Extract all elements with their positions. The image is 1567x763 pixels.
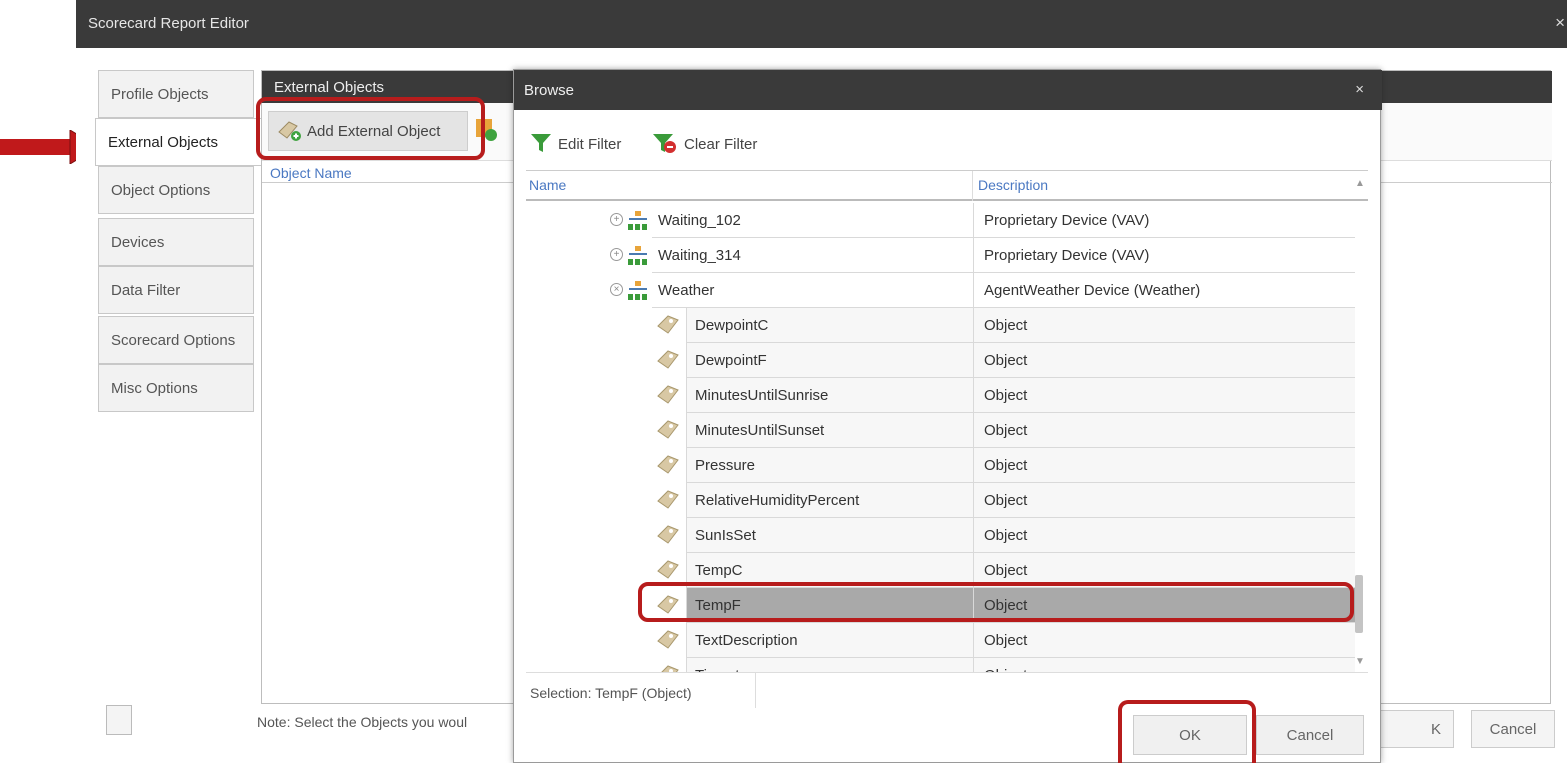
tag-icon: [657, 420, 679, 439]
row-description: Object: [984, 527, 1028, 544]
tab-devices[interactable]: Devices: [98, 218, 254, 266]
row-description: Object: [984, 457, 1028, 474]
scrollbar-thumb[interactable]: [1355, 575, 1363, 633]
editor-cancel-button[interactable]: Cancel: [1471, 710, 1555, 748]
tree-row[interactable]: Pressure Object: [526, 448, 1356, 483]
cancel-button[interactable]: Cancel: [1256, 715, 1364, 755]
tree-row[interactable]: + Waiting_102 Proprietary Device (VAV): [526, 203, 1356, 238]
scroll-up-icon[interactable]: ▲: [1355, 178, 1365, 189]
expand-icon[interactable]: +: [610, 248, 623, 261]
editor-title: Scorecard Report Editor: [88, 15, 249, 32]
editor-ok-button[interactable]: K: [1370, 710, 1454, 748]
tag-icon: [657, 490, 679, 509]
row-description: Object: [984, 492, 1028, 509]
tab-misc-options[interactable]: Misc Options: [98, 364, 254, 412]
browse-titlebar: Browse ×: [514, 70, 1382, 110]
description-column-header[interactable]: Description: [978, 177, 1048, 193]
row-name: DewpointF: [695, 352, 767, 369]
collapse-icon[interactable]: ×: [610, 283, 623, 296]
tree-row[interactable]: SunIsSet Object: [526, 518, 1356, 553]
row-description: Object: [984, 422, 1028, 439]
row-name: Waiting_314: [658, 247, 741, 264]
device-tree-icon: [628, 211, 647, 230]
selection-text: Selection: TempF (Object): [530, 685, 692, 701]
browse-grid: Name Description + Waiting_102 Proprieta…: [526, 170, 1368, 743]
panel-title: External Objects: [274, 79, 385, 96]
editor-close-icon[interactable]: ×: [1555, 13, 1565, 33]
row-name: RelativeHumidityPercent: [695, 492, 860, 509]
row-name: DewpointC: [695, 317, 769, 334]
add-external-object-button[interactable]: Add External Object: [268, 111, 468, 151]
tree-row[interactable]: DewpointF Object: [526, 343, 1356, 378]
row-description: Object: [984, 352, 1028, 369]
browse-close-icon[interactable]: ×: [1355, 81, 1364, 98]
row-description: Object: [984, 387, 1028, 404]
tag-icon: [657, 350, 679, 369]
tab-external-objects[interactable]: External Objects: [95, 118, 263, 166]
tree-row[interactable]: MinutesUntilSunrise Object: [526, 378, 1356, 413]
clear-filter-label: Clear Filter: [684, 136, 758, 153]
edit-filter-label: Edit Filter: [558, 136, 622, 153]
row-description: Object: [984, 597, 1028, 614]
row-name: Waiting_102: [658, 212, 741, 229]
tag-icon: [657, 595, 679, 614]
clear-filter-icon: [653, 134, 676, 153]
row-name: MinutesUntilSunset: [695, 422, 825, 439]
tag-icon: [657, 630, 679, 649]
tree-row[interactable]: MinutesUntilSunset Object: [526, 413, 1356, 448]
tag-icon: [657, 315, 679, 334]
clear-filter-button[interactable]: Clear Filter: [652, 132, 757, 154]
column-divider: [972, 171, 973, 201]
row-name: SunIsSet: [695, 527, 756, 544]
tab-object-options[interactable]: Object Options: [98, 166, 254, 214]
row-name: TempF: [695, 597, 741, 614]
tag-icon: [657, 525, 679, 544]
scroll-down-icon[interactable]: ▼: [1355, 656, 1365, 667]
add-object-icon: [278, 121, 301, 141]
row-name: MinutesUntilSunrise: [695, 387, 829, 404]
device-tree-icon: [628, 281, 647, 300]
device-tree-icon: [628, 246, 647, 265]
grid-header: Name Description: [526, 171, 1368, 201]
tree-row-selected[interactable]: TempF Object: [526, 588, 1356, 623]
row-description: Object: [984, 317, 1028, 334]
tag-icon: [657, 455, 679, 474]
edit-filter-button[interactable]: Edit Filter: [530, 132, 621, 154]
row-description: AgentWeather Device (Weather): [984, 282, 1201, 299]
report-icon: [106, 705, 132, 735]
row-name: Pressure: [695, 457, 756, 474]
editor-titlebar: Scorecard Report Editor ×: [76, 0, 1567, 48]
row-name: Weather: [658, 282, 715, 299]
name-column-header[interactable]: Name: [529, 177, 566, 193]
tree-row[interactable]: TextDescription Object: [526, 623, 1356, 658]
add-device-icon[interactable]: [474, 117, 500, 143]
tree-row[interactable]: + Waiting_314 Proprietary Device (VAV): [526, 238, 1356, 273]
tab-data-filter[interactable]: Data Filter: [98, 266, 254, 314]
tree-row[interactable]: TempC Object: [526, 553, 1356, 588]
row-description: Proprietary Device (VAV): [984, 212, 1150, 229]
add-external-object-label: Add External Object: [307, 123, 441, 140]
row-description: Object: [984, 632, 1028, 649]
tree-row[interactable]: DewpointC Object: [526, 308, 1356, 343]
row-description: Proprietary Device (VAV): [984, 247, 1150, 264]
tree-row[interactable]: RelativeHumidityPercent Object: [526, 483, 1356, 518]
tab-scorecard-options[interactable]: Scorecard Options: [98, 316, 254, 364]
expand-icon[interactable]: +: [610, 213, 623, 226]
note-text: Note: Select the Objects you woul: [257, 714, 468, 730]
row-description: Object: [984, 562, 1028, 579]
row-name: TextDescription: [695, 632, 798, 649]
tag-icon: [657, 560, 679, 579]
tab-profile-objects[interactable]: Profile Objects: [98, 70, 254, 118]
browse-dialog: Browse × Edit Filter Clear Filter Name D…: [513, 69, 1382, 763]
filter-toolbar: Edit Filter Clear Filter: [514, 110, 1382, 170]
tree-row[interactable]: × Weather AgentWeather Device (Weather): [526, 273, 1356, 308]
browse-title: Browse: [524, 82, 575, 99]
row-name: TempC: [695, 562, 743, 579]
ok-button[interactable]: OK: [1133, 715, 1247, 755]
filter-icon: [531, 134, 551, 152]
tag-icon: [657, 385, 679, 404]
